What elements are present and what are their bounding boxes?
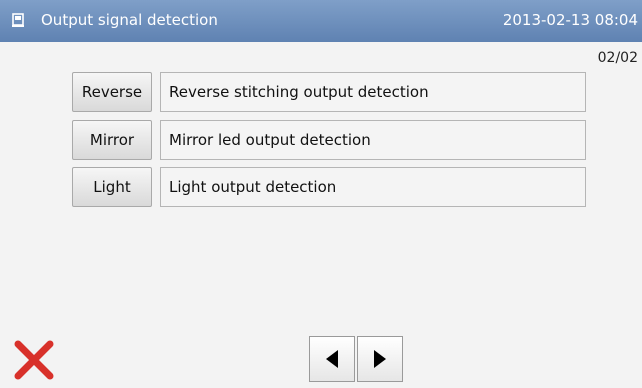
light-button[interactable]: Light <box>72 167 152 207</box>
output-row-mirror: Mirror Mirror led output detection <box>72 120 586 160</box>
reverse-button[interactable]: Reverse <box>72 72 152 112</box>
output-row-reverse: Reverse Reverse stitching output detecti… <box>72 72 586 112</box>
next-page-button[interactable] <box>357 336 403 382</box>
close-button[interactable] <box>12 338 56 382</box>
output-row-light: Light Light output detection <box>72 167 586 207</box>
title-bar: Output signal detection 2013-02-13 08:04 <box>0 0 642 42</box>
reverse-description: Reverse stitching output detection <box>160 72 586 112</box>
close-icon <box>14 340 54 380</box>
arrow-right-icon <box>374 350 386 368</box>
mirror-description: Mirror led output detection <box>160 120 586 160</box>
mirror-button[interactable]: Mirror <box>72 120 152 160</box>
arrow-left-icon <box>326 350 338 368</box>
datetime: 2013-02-13 08:04 <box>502 11 638 29</box>
light-description: Light output detection <box>160 167 586 207</box>
previous-page-button[interactable] <box>309 336 355 382</box>
page-title: Output signal detection <box>41 11 218 29</box>
page-indicator: 02/02 <box>597 50 638 66</box>
panel-icon <box>12 13 24 27</box>
